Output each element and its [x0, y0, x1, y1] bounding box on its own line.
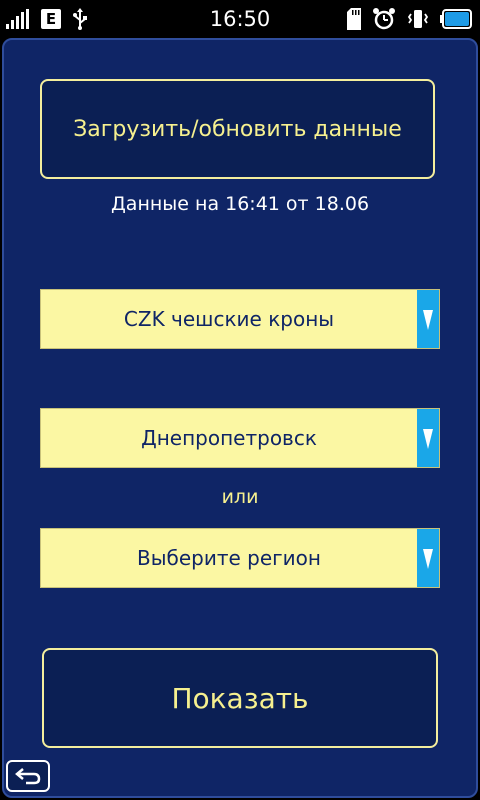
city-select-value: Днепропетровск — [141, 426, 317, 450]
status-bar: E 16:50 — [0, 0, 480, 38]
load-update-data-button[interactable]: Загрузить/обновить данные — [40, 79, 435, 179]
dropdown-arrow-icon — [423, 310, 433, 330]
show-button[interactable]: Показать — [42, 648, 438, 748]
back-button[interactable] — [6, 760, 50, 792]
vibrate-icon — [407, 10, 429, 28]
alarm-icon — [373, 8, 395, 30]
city-select-arrow[interactable] — [417, 409, 439, 467]
status-right — [346, 6, 472, 32]
dropdown-arrow-icon — [423, 429, 433, 449]
or-label: или — [221, 486, 259, 508]
data-timestamp-label: Данные на 16:41 от 18.06 — [110, 193, 370, 215]
city-select[interactable]: Днепропетровск — [40, 408, 440, 468]
dropdown-arrow-icon — [423, 549, 433, 569]
region-select-arrow[interactable] — [417, 529, 439, 587]
region-select[interactable]: Выберите регион — [40, 528, 440, 588]
battery-icon — [440, 9, 472, 29]
currency-select[interactable]: CZK чешские кроны — [40, 289, 440, 349]
currency-select-value: CZK чешские кроны — [123, 307, 335, 331]
region-select-value: Выберите регион — [137, 546, 321, 570]
back-arrow-icon — [15, 768, 41, 785]
currency-select-arrow[interactable] — [417, 290, 439, 348]
sd-card-icon — [347, 8, 361, 30]
